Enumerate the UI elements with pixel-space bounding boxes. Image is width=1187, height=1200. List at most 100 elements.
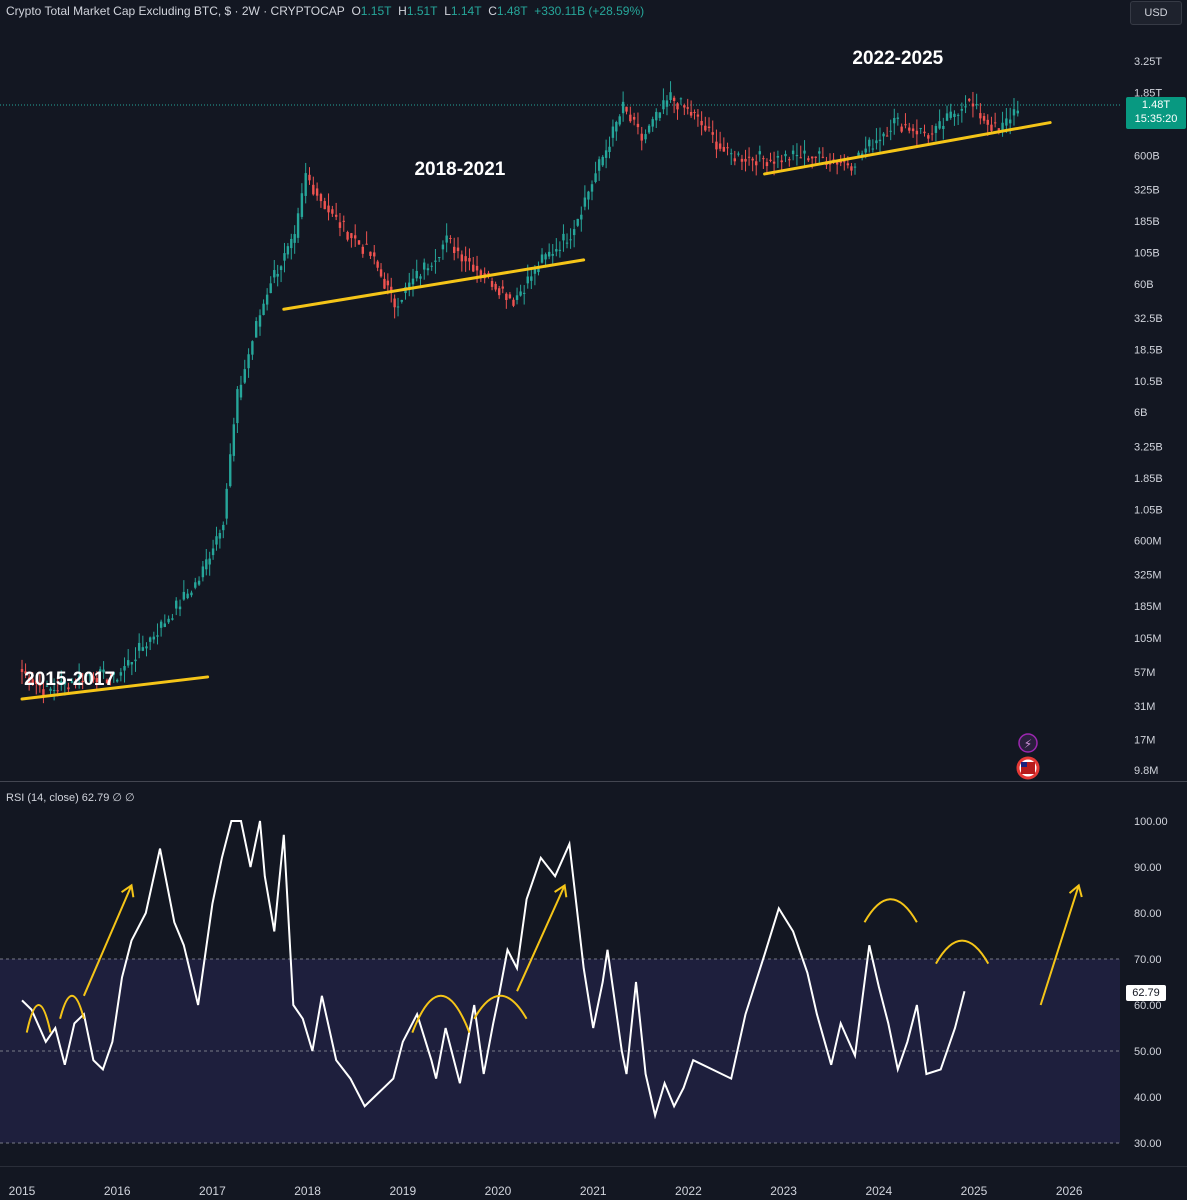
time-tick-label: 2023 <box>770 1184 797 1198</box>
candle-body <box>225 488 228 519</box>
candle-body <box>971 103 975 107</box>
candle-body <box>423 262 426 270</box>
rsi-header[interactable]: RSI (14, close) 62.79 ∅ ∅ <box>6 791 135 804</box>
candle-body <box>700 120 703 126</box>
candle-body <box>975 104 978 106</box>
candle-body <box>445 235 448 243</box>
candle-body <box>590 184 594 192</box>
candle-body <box>460 254 464 262</box>
candle-body <box>468 257 471 262</box>
candle-body <box>923 131 926 134</box>
candle-body <box>882 133 885 137</box>
candle-body <box>942 125 945 129</box>
candle-body <box>537 268 540 273</box>
price-tick-label: 18.5B <box>1134 344 1163 356</box>
candle-body <box>373 252 376 257</box>
candle-body <box>776 155 780 158</box>
time-tick-label: 2016 <box>104 1184 131 1198</box>
candle-body <box>236 389 239 424</box>
candle-body <box>137 642 141 651</box>
last-price-badge: 1.48T 15:35:20 <box>1126 97 1186 129</box>
candle-body <box>818 151 821 154</box>
candle-body <box>419 276 422 279</box>
candle-body <box>186 593 189 599</box>
candle-body <box>572 229 576 236</box>
candle-body <box>704 125 707 131</box>
time-tick-label: 2025 <box>961 1184 988 1198</box>
candle-body <box>544 254 547 260</box>
time-axis-border <box>0 1166 1187 1167</box>
candle-body <box>190 592 193 596</box>
candle-body <box>904 124 907 126</box>
candle-body <box>475 265 479 271</box>
candle-body <box>182 591 186 600</box>
candle-body <box>437 257 441 259</box>
candle-body <box>615 122 618 132</box>
candle-body <box>629 114 632 122</box>
candle-body <box>558 249 562 251</box>
candle-body <box>512 299 515 306</box>
candle-body <box>346 232 349 240</box>
candle-body <box>868 139 871 147</box>
candle-body <box>597 159 601 171</box>
price-tick-label: 3.25T <box>1134 56 1162 68</box>
candle-body <box>1016 110 1019 114</box>
currency-button[interactable]: USD <box>1130 1 1182 25</box>
candle-body <box>711 132 714 135</box>
candle-body <box>889 130 892 132</box>
candle-body <box>693 111 696 113</box>
candle-body <box>953 113 956 118</box>
candle-body <box>441 244 445 250</box>
candle-body <box>896 117 900 119</box>
low-value: 1.14T <box>450 4 482 18</box>
panel-separator <box>0 781 1187 782</box>
candle-body <box>843 161 846 163</box>
candle-body <box>769 159 772 161</box>
candle-body <box>497 288 501 296</box>
candle-body <box>632 116 636 120</box>
candle-body <box>669 92 672 100</box>
candle-body <box>601 156 604 166</box>
period-annotation: 2022-2025 <box>852 48 943 69</box>
candle-body <box>747 156 751 158</box>
us-flag-icon-canton <box>1021 762 1027 767</box>
candle-body <box>956 114 960 116</box>
high-value: 1.51T <box>406 4 438 18</box>
candle-body <box>784 153 787 157</box>
candle-body <box>134 659 137 662</box>
candle-body <box>814 156 817 158</box>
symbol-title[interactable]: Crypto Total Market Cap Excluding BTC, $… <box>6 4 345 18</box>
candle-body <box>871 148 875 150</box>
candle-body <box>208 558 211 565</box>
candle-body <box>426 268 430 271</box>
candle-body <box>744 158 747 162</box>
candle-body <box>522 292 526 294</box>
candle-body <box>604 150 608 158</box>
candle-body <box>194 582 197 588</box>
candle-body <box>686 107 689 109</box>
candle-body <box>672 97 676 101</box>
candle-body <box>960 109 964 111</box>
candle-body <box>621 101 625 114</box>
price-tick-label: 1.05B <box>1134 504 1163 516</box>
candle-body <box>331 209 334 214</box>
candle-body <box>846 163 850 166</box>
rsi-tick-label: 90.00 <box>1134 862 1162 874</box>
candle-body <box>986 119 989 125</box>
candle-body <box>526 276 529 284</box>
candle-body <box>319 194 323 202</box>
candle-body <box>178 606 182 610</box>
chart-canvas[interactable]: 3.25T1.85T600B325B185B105B60B32.5B18.5B1… <box>0 0 1187 1200</box>
candle-body <box>795 154 799 157</box>
candle-body <box>722 147 726 152</box>
price-tick-label: 1.85B <box>1134 473 1163 485</box>
candle-body <box>361 246 365 254</box>
candle-body <box>116 679 119 682</box>
candle-body <box>338 222 342 228</box>
candle-body <box>990 124 993 131</box>
change-value: +330.11B (+28.59%) <box>534 4 645 18</box>
rsi-last-badge: 62.79 <box>1126 985 1166 1001</box>
candle-body <box>658 112 662 118</box>
period-annotation: 2015-2017 <box>24 669 115 690</box>
candle-body <box>791 150 795 155</box>
